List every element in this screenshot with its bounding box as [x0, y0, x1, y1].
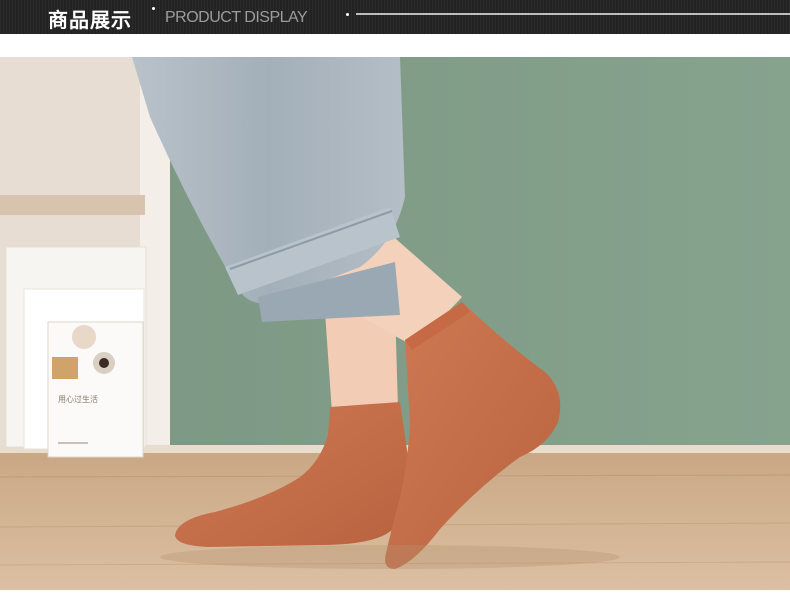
product-photo-illustration: 用心过生活	[0, 57, 790, 590]
magazine-plate	[72, 325, 96, 349]
section-title-cn: 商品展示	[48, 8, 132, 32]
header-dot-left	[152, 7, 155, 10]
magazine	[47, 321, 144, 458]
floor-shadow	[160, 545, 620, 569]
magazine-photo	[52, 357, 78, 379]
magazine-caption: 用心过生活	[58, 394, 98, 404]
header-dot-right	[346, 13, 349, 16]
wooden-shelf	[0, 195, 145, 215]
section-header: 商品展示 PRODUCT DISPLAY	[0, 0, 790, 34]
product-photo: 用心过生活	[0, 57, 790, 590]
header-rule	[356, 13, 790, 15]
magazine-coffee	[99, 358, 109, 368]
magazine-line	[58, 442, 88, 444]
section-title-en: PRODUCT DISPLAY	[165, 9, 308, 26]
